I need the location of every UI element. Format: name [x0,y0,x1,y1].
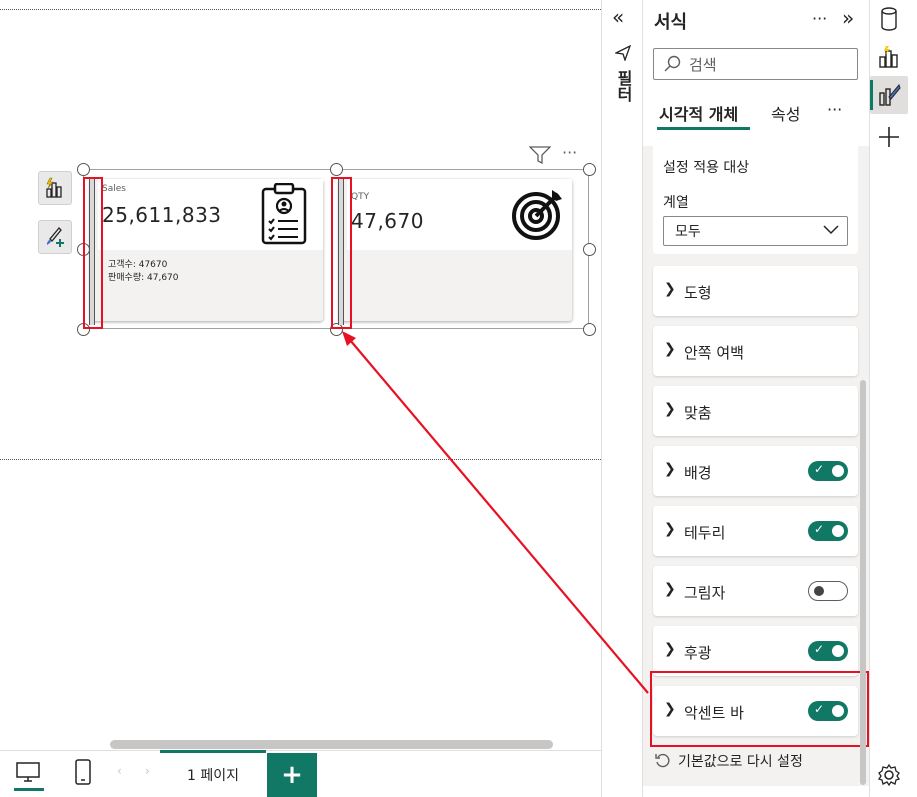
visual-build-icon [46,177,62,198]
target-arrow-icon [512,190,562,240]
series-label: 계열 [663,195,689,211]
page-tab-1[interactable]: 1 페이지 [160,750,266,797]
mobile-view-icon[interactable] [74,758,92,786]
search-input[interactable] [653,48,858,80]
horizontal-scrollbar[interactable] [110,740,553,749]
expand-filter-icon[interactable]: « [612,5,624,29]
glow-toggle[interactable]: ✓ [808,641,848,661]
tab-active-indicator [657,127,750,130]
chevron-right-icon: ❯ [664,461,676,477]
section-name: 후광 [684,644,712,662]
resize-handle[interactable] [583,163,596,176]
format-pane-button[interactable] [870,76,908,114]
paintbrush-chart-icon [879,83,901,106]
accent-bar-section-highlight [650,671,869,747]
card-detail-line: 판매수량: 47,670 [108,273,179,283]
check-icon: ✓ [814,462,825,476]
chevron-right-icon: ❯ [664,641,676,657]
resize-handle[interactable] [583,243,596,256]
build-visual-icon [879,46,898,68]
accent-bar-highlight [83,177,103,329]
tabs-more-options[interactable]: ··· [827,100,842,119]
filter-pane-label[interactable]: 필터 [611,70,635,102]
section-name: 맞춤 [684,404,712,422]
chevron-right-icon: ❯ [664,281,676,297]
kpi-card-sales[interactable]: Sales 25,611,833 고객수: 47670 판매수량: 47,670 [90,179,323,321]
card-label: Sales [102,184,126,194]
plus-icon [879,127,899,147]
chevron-right-icon: ❯ [664,401,676,417]
rail-active-indicator [870,80,873,110]
resize-handle[interactable] [77,163,90,176]
gear-icon [877,763,901,787]
reset-to-default-link[interactable]: 기본값으로 다시 설정 [678,751,803,771]
card-detail: 고객수: 47670 판매수량: 47,670 [108,259,179,285]
border-toggle[interactable]: ✓ [808,521,848,541]
desktop-view-icon[interactable] [15,760,41,786]
paintbrush-add-icon [47,227,64,247]
page-bottom-border [0,459,601,460]
background-toggle[interactable]: ✓ [808,461,848,481]
view-indicator [14,788,44,791]
resize-handle[interactable] [583,323,596,336]
section-name: 도형 [684,284,712,302]
card-value: 25,611,833 [102,203,222,227]
pane-more-options[interactable]: ··· [812,9,827,28]
clipboard-user-icon [261,183,307,245]
chevron-right-icon[interactable]: › [145,764,150,778]
series-dropdown-value: 모두 [675,224,701,240]
kpi-card-qty[interactable]: QTY 47,670 [339,179,572,321]
reset-icon [655,753,670,768]
check-icon: ✓ [814,522,825,536]
visual-more-options[interactable]: ··· [562,143,577,162]
page-top-border [0,9,601,10]
pane-title: 서식 [654,12,688,33]
smart-narrative-tool[interactable] [38,171,72,205]
search-icon [664,55,681,72]
tab-visual[interactable]: 시각적 개체 [659,101,738,125]
settings-button[interactable] [870,756,908,794]
add-page-button[interactable]: + [267,753,317,797]
section-name: 그림자 [684,584,726,602]
format-visual-tool[interactable] [38,220,72,254]
apply-settings-heading: 설정 적용 대상 [663,160,750,176]
toggle-knob [832,645,844,657]
shadow-toggle[interactable] [808,581,848,601]
chevron-down-icon [823,225,839,235]
chevron-left-icon[interactable]: ‹ [117,764,122,778]
section-name: 안쪽 여백 [684,344,744,362]
section-name: 배경 [684,464,712,482]
card-detail-line: 고객수: 47670 [108,260,168,270]
filter-pane-collapsed [601,0,643,797]
card-value: 47,670 [351,209,424,233]
tab-general[interactable]: 속성 [771,101,800,125]
toggle-knob [832,465,844,477]
toggle-knob [832,525,844,537]
collapse-pane-icon[interactable]: » [842,6,854,30]
search-placeholder: 검색 [689,56,717,74]
check-icon: ✓ [814,642,825,656]
data-pane-button[interactable] [870,0,908,38]
toggle-knob [814,586,824,596]
pane-scrollbar[interactable] [860,380,866,785]
chevron-right-icon: ❯ [664,341,676,357]
card-label: QTY [351,192,370,202]
accent-bar-highlight [331,177,352,329]
add-pane-button[interactable] [870,118,908,156]
resize-handle[interactable] [330,163,343,176]
chevron-right-icon: ❯ [664,581,676,597]
filter-icon[interactable] [529,146,551,164]
chevron-right-icon: ❯ [664,521,676,537]
visualizations-pane-button[interactable] [870,38,908,76]
section-name: 테두리 [684,524,726,542]
database-icon [881,7,897,31]
report-canvas[interactable]: ··· Sales 25,611,833 고객수: 47670 판매수량: 47… [0,0,601,750]
filter-funnel-icon [615,45,631,61]
